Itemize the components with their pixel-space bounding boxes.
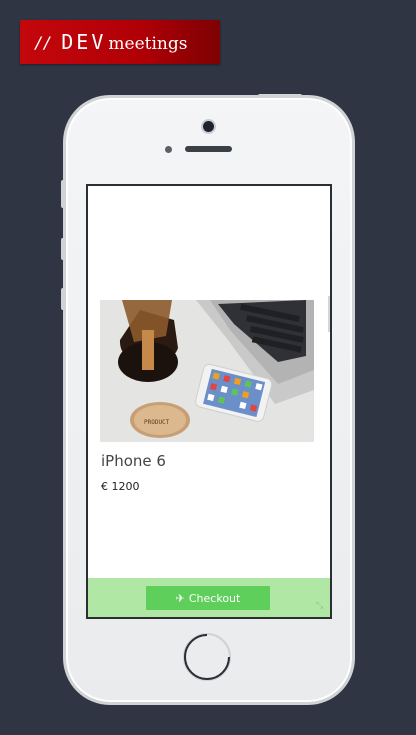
- product-image[interactable]: PRODUCT: [100, 300, 314, 442]
- plane-icon: ✈: [175, 591, 185, 605]
- logo-meetings: meetings: [108, 34, 188, 54]
- camera-icon: [203, 121, 214, 132]
- product-price: € 1200: [101, 480, 140, 493]
- product-name: iPhone 6: [101, 452, 166, 470]
- phone-screen: PRODUCT iPhone 6 € 1200 ✈ Checkout ⤡: [86, 184, 332, 619]
- checkout-label: Checkout: [188, 591, 241, 605]
- logo-dev: DEV: [61, 30, 107, 54]
- home-button[interactable]: [183, 633, 231, 681]
- sensor: [165, 146, 172, 153]
- resize-handle-icon[interactable]: ⤡: [316, 601, 326, 611]
- logo-slashes: //: [34, 32, 52, 52]
- devmeetings-logo: // DEV meetings: [20, 20, 220, 64]
- speaker: [185, 146, 232, 152]
- svg-text:PRODUCT: PRODUCT: [144, 419, 170, 426]
- checkout-button[interactable]: ✈ Checkout: [146, 586, 270, 610]
- checkout-bar: ✈ Checkout ⤡: [88, 578, 330, 617]
- loading-spinner-icon: [184, 634, 230, 680]
- scrollbar[interactable]: [328, 296, 330, 332]
